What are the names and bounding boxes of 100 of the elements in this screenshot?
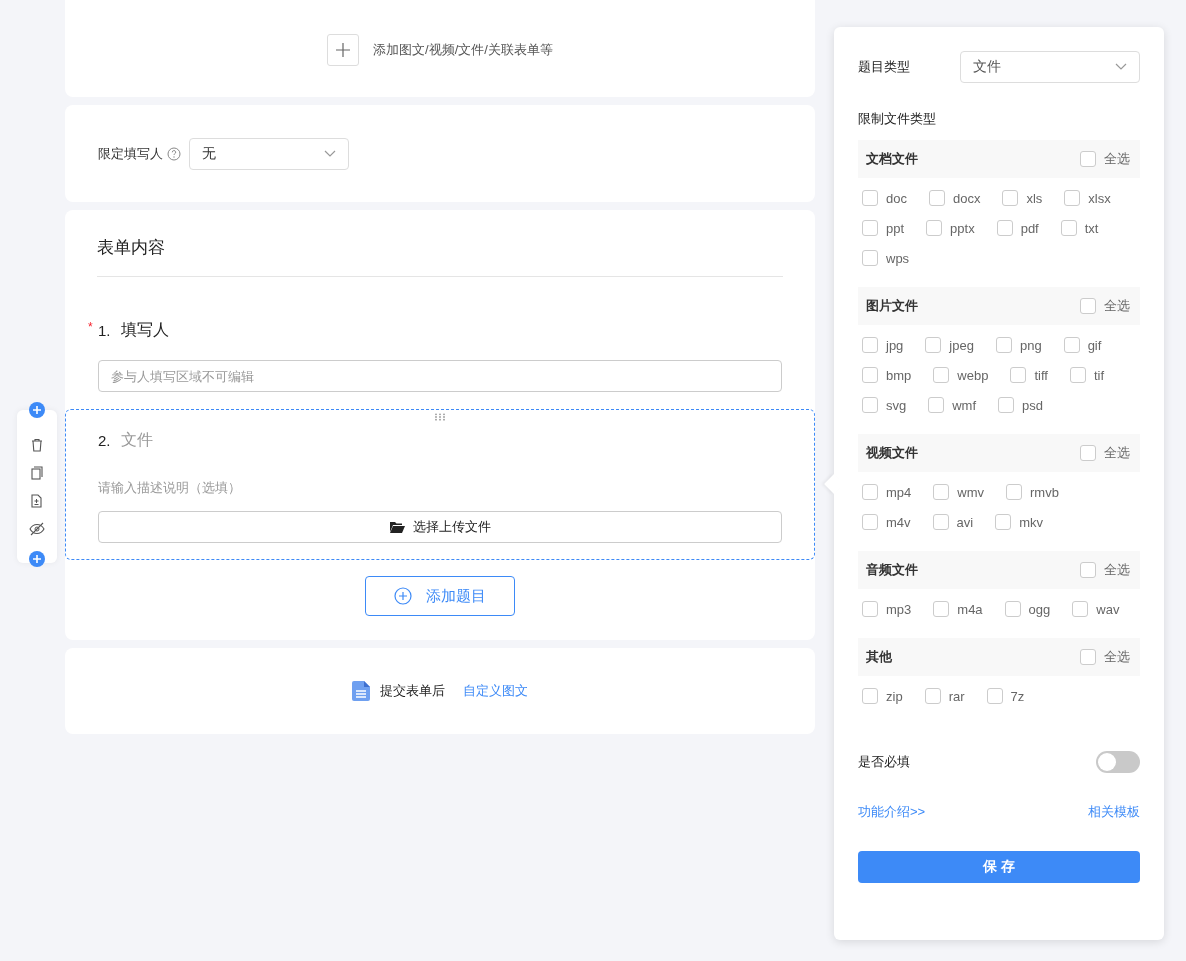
file-type-checkbox[interactable]: mp3 — [862, 594, 912, 624]
checkbox-square[interactable] — [995, 514, 1012, 530]
file-type-checkbox[interactable]: pptx — [926, 213, 975, 243]
checkbox-square[interactable] — [1069, 367, 1086, 383]
checkbox-square[interactable] — [926, 220, 943, 236]
insert-below-icon[interactable] — [29, 551, 45, 567]
copy-icon[interactable] — [30, 465, 44, 480]
file-type-checkbox[interactable]: jpeg — [925, 330, 974, 360]
checkbox-square[interactable] — [862, 688, 878, 704]
question-type-select[interactable]: 文件 — [960, 51, 1140, 83]
checkbox-square[interactable] — [862, 220, 878, 236]
checkbox-square[interactable] — [862, 484, 878, 500]
checkbox-square[interactable] — [928, 397, 945, 413]
checkbox-square[interactable] — [1006, 484, 1022, 500]
hidden-eye-icon[interactable] — [29, 521, 45, 536]
restrict-file-type-label: 限制文件类型 — [858, 111, 936, 126]
save-button[interactable]: 保 存 — [858, 851, 1140, 883]
related-templates-link[interactable]: 相关模板 — [1088, 803, 1140, 821]
select-all-checkbox[interactable]: 全选 — [1080, 144, 1130, 174]
checkbox-square[interactable] — [925, 337, 942, 353]
checkbox-square[interactable] — [1010, 367, 1027, 383]
checkbox-square[interactable] — [1002, 190, 1019, 206]
checkbox-square[interactable] — [1060, 220, 1077, 236]
checkbox-square[interactable] — [862, 250, 878, 266]
custom-content-link[interactable]: 自定义图文 — [463, 682, 528, 700]
checkbox-square[interactable] — [1063, 337, 1080, 353]
file-type-checkbox[interactable]: doc — [862, 183, 907, 213]
checkbox-square[interactable] — [933, 367, 950, 383]
question-title: 文件 — [120, 430, 153, 450]
checkbox-square[interactable] — [1004, 601, 1021, 617]
restrict-select[interactable]: 无 — [189, 137, 349, 170]
file-type-checkbox[interactable]: jpg — [862, 330, 904, 360]
checkbox-square[interactable] — [1080, 445, 1096, 461]
file-type-checkbox[interactable]: mp4 — [862, 477, 912, 507]
description-placeholder: 请输入描述说明（选填） — [98, 479, 242, 497]
file-type-checkbox[interactable]: bmp — [862, 360, 912, 390]
checkbox-square[interactable] — [1080, 151, 1096, 167]
file-type-checkbox[interactable]: gif — [1063, 330, 1102, 360]
question-block[interactable]: * 1. 填写人 参与人填写区域不可编辑 — [65, 289, 815, 409]
plus-icon — [336, 42, 351, 57]
file-type-checkbox[interactable]: docx — [928, 183, 981, 213]
file-type-checkbox[interactable]: zip — [862, 681, 903, 711]
answer-input-field[interactable]: 参与人填写区域不可编辑 — [98, 360, 782, 392]
checkbox-square[interactable] — [862, 190, 878, 206]
file-type-checkbox[interactable]: webp — [933, 360, 989, 390]
folder-icon — [389, 521, 405, 533]
checkbox-square[interactable] — [1072, 601, 1089, 617]
checkbox-square[interactable] — [1080, 298, 1096, 314]
file-type-checkbox[interactable]: rmvb — [1006, 477, 1059, 507]
checkbox-square[interactable] — [862, 601, 878, 617]
checkbox-square[interactable] — [1080, 562, 1096, 578]
insert-above-icon[interactable] — [29, 402, 45, 418]
file-type-checkbox[interactable]: mkv — [995, 507, 1044, 537]
add-content-button[interactable] — [327, 33, 360, 66]
file-type-checkbox[interactable]: wmv — [933, 477, 984, 507]
checkbox-square[interactable] — [932, 514, 949, 530]
file-type-checkbox[interactable]: tiff — [1010, 360, 1048, 390]
checkbox-square[interactable] — [933, 601, 950, 617]
checkbox-square[interactable] — [862, 514, 878, 530]
checkbox-square[interactable] — [862, 337, 878, 353]
file-type-checkbox[interactable]: txt — [1060, 213, 1099, 243]
drag-handle-icon[interactable] — [434, 413, 446, 421]
checkbox-square[interactable] — [862, 397, 878, 413]
upload-file-button[interactable]: 选择上传文件 — [98, 511, 782, 543]
checkbox-square[interactable] — [1064, 190, 1081, 206]
checkbox-square[interactable] — [986, 688, 1003, 704]
file-type-checkbox[interactable]: 7z — [986, 681, 1025, 711]
checkbox-square[interactable] — [924, 688, 941, 704]
file-type-checkbox[interactable]: m4v — [862, 507, 911, 537]
checkbox-square[interactable] — [933, 484, 950, 500]
feature-intro-link[interactable]: 功能介绍>> — [858, 803, 926, 821]
select-all-checkbox[interactable]: 全选 — [1080, 555, 1130, 585]
file-type-checkbox[interactable]: png — [995, 330, 1042, 360]
select-all-checkbox[interactable]: 全选 — [1080, 438, 1130, 468]
checkbox-square[interactable] — [928, 190, 945, 206]
file-type-checkbox[interactable]: psd — [998, 390, 1044, 420]
delete-icon[interactable] — [30, 437, 44, 452]
file-type-checkbox[interactable]: m4a — [933, 594, 983, 624]
file-type-checkbox[interactable]: wps — [862, 243, 910, 273]
select-all-checkbox[interactable]: 全选 — [1080, 642, 1130, 672]
file-type-checkbox[interactable]: pdf — [996, 213, 1039, 243]
file-type-checkbox[interactable]: rar — [924, 681, 965, 711]
add-question-button[interactable]: 添加题目 — [365, 576, 515, 616]
file-type-checkbox[interactable]: xlsx — [1064, 183, 1111, 213]
file-type-checkbox[interactable]: tif — [1069, 360, 1104, 390]
document-icon[interactable] — [30, 493, 44, 508]
checkbox-square[interactable] — [1080, 649, 1096, 665]
file-type-checkbox[interactable]: ppt — [862, 213, 905, 243]
file-type-checkbox[interactable]: wmf — [928, 390, 977, 420]
file-type-checkbox[interactable]: xls — [1002, 183, 1043, 213]
required-toggle[interactable] — [1096, 751, 1140, 773]
checkbox-square[interactable] — [998, 397, 1015, 413]
select-all-checkbox[interactable]: 全选 — [1080, 291, 1130, 321]
file-type-checkbox[interactable]: svg — [862, 390, 907, 420]
file-type-checkbox[interactable]: ogg — [1004, 594, 1051, 624]
file-type-checkbox[interactable]: avi — [932, 507, 974, 537]
checkbox-square[interactable] — [996, 220, 1013, 236]
checkbox-square[interactable] — [995, 337, 1012, 353]
checkbox-square[interactable] — [862, 367, 878, 383]
file-type-checkbox[interactable]: wav — [1072, 594, 1120, 624]
